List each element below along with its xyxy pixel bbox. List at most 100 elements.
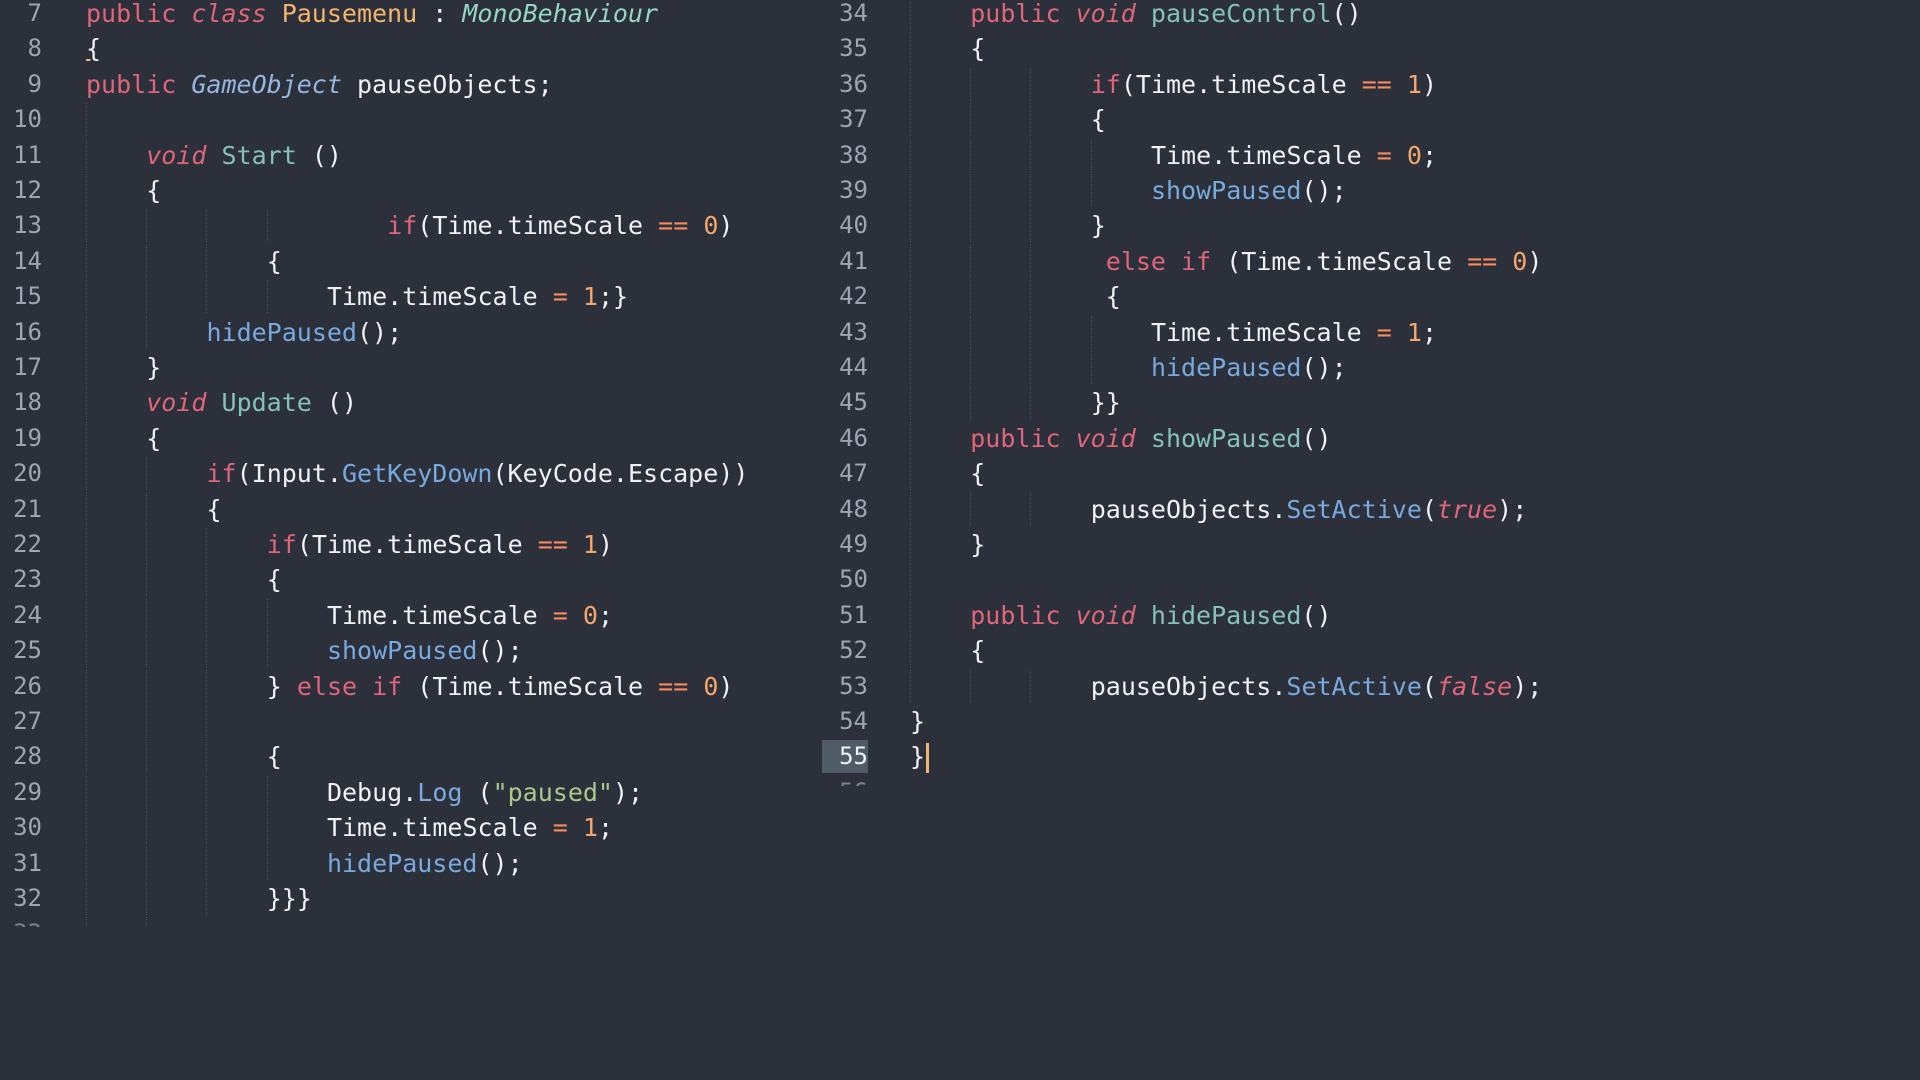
indent-guide (910, 563, 911, 597)
code-line[interactable]: 32}}} (0, 882, 820, 915)
line-number: 34 (839, 0, 868, 27)
code-line[interactable]: 13 if(Time.timeScale == 0) (0, 209, 820, 243)
line-number: 29 (13, 777, 42, 806)
code-line[interactable]: 42 { (822, 280, 1920, 314)
code-line[interactable]: 22 if(Time.timeScale == 1) (0, 528, 820, 561)
code-line[interactable]: 28 { (0, 740, 820, 774)
indent-guide (1030, 138, 1032, 172)
token-punct: . (1211, 140, 1227, 170)
line-number: 50 (839, 565, 868, 594)
editor-pane-left[interactable]: 7 public class Pausemenu : MonoBehaviour 8… (0, 0, 820, 950)
token-kw: else (296, 671, 358, 701)
indent-guide (1030, 386, 1032, 420)
token-punct: . (402, 777, 418, 807)
token-kw: if (1090, 69, 1121, 99)
token-punct: { (206, 494, 222, 524)
code-line[interactable]: 45}} (822, 386, 1920, 420)
code-line[interactable]: 11 void Start () (0, 138, 820, 172)
code-line[interactable]: 26} else if (Time.timeScale == 0) (0, 669, 820, 703)
code-line[interactable]: 34 public void pauseControl() (822, 0, 1920, 30)
code-line[interactable]: 41 else if (Time.timeScale == 0) (822, 244, 1920, 278)
code-line[interactable]: 53 pauseObjects.SetActive(false); (822, 669, 1920, 703)
indent-guide (910, 174, 911, 207)
token-punct: ( (477, 777, 493, 807)
code-line[interactable]: 36 if(Time.timeScale == 1) (822, 67, 1920, 101)
line-number: 33 (0, 917, 42, 927)
code-line[interactable]: 19 { (0, 421, 820, 455)
code-line[interactable]: 27 (0, 705, 820, 738)
indent-guide (206, 740, 208, 774)
code-line[interactable]: 55} (822, 740, 1920, 774)
code-line[interactable]: 31 hidePaused(); (0, 846, 820, 880)
code-line[interactable]: 49} (822, 528, 1920, 561)
line-number: 11 (13, 140, 42, 169)
code-line[interactable]: 21 { (0, 492, 820, 526)
token-call: Log (417, 777, 463, 807)
code-line[interactable]: 35 { (822, 32, 1920, 66)
indent-guide (86, 705, 87, 738)
code-line[interactable]: 14 { (0, 244, 820, 278)
code-line[interactable]: 23 { (0, 563, 820, 597)
code-line[interactable]: 50 (822, 563, 1920, 597)
indent-guide (910, 67, 911, 101)
token-punct: () (1301, 600, 1332, 630)
code-line[interactable]: 29 Debug.Log ("paused"); (0, 775, 820, 809)
line-number: 28 (13, 742, 42, 771)
token-punct: { (970, 636, 986, 666)
code-line[interactable]: 24 Time.timeScale = 0; (0, 598, 820, 632)
token-kw: public (970, 600, 1061, 630)
token-punct: ); (1497, 494, 1528, 524)
code-line[interactable]: 56 (822, 776, 1920, 786)
code-line[interactable]: 15 Time.timeScale = 1;} (0, 280, 820, 314)
line-number: 48 (839, 494, 868, 523)
code-line[interactable]: 17} (0, 351, 820, 384)
code-line[interactable]: 47 { (822, 457, 1920, 491)
code-line[interactable]: 12 { (0, 174, 820, 207)
code-line[interactable]: 37 { (822, 103, 1920, 137)
code-line[interactable]: 25 showPaused(); (0, 634, 820, 668)
token-stor: void (1075, 0, 1136, 28)
indent-guide (146, 705, 148, 738)
token-id: Escape (627, 459, 719, 489)
code-line[interactable]: 43 Time.timeScale = 1; (822, 315, 1920, 349)
token-id: pauseObjects (1090, 671, 1272, 701)
indent-guide (266, 846, 268, 880)
code-line[interactable]: 10 (0, 103, 820, 137)
code-line[interactable]: 33 (0, 917, 820, 928)
code-line[interactable]: 44 hidePaused(); (822, 351, 1920, 384)
indent-guide (910, 244, 911, 278)
code-line[interactable]: 20 if(Input.GetKeyDown(KeyCode.Escape)) (0, 457, 820, 491)
indent-guide (206, 280, 208, 314)
token-id: Time (1150, 317, 1212, 347)
code-line[interactable]: 46 public void showPaused() (822, 421, 1920, 455)
indent-guide (86, 421, 87, 455)
code-line[interactable]: 9 public GameObject pauseObjects; (0, 68, 820, 101)
indent-guide (86, 457, 87, 491)
code-line[interactable]: 51 public void hidePaused() (822, 598, 1920, 632)
code-line[interactable]: 18 void Update () (0, 386, 820, 420)
code-line[interactable]: 8{ (0, 32, 820, 65)
code-line[interactable]: 54} (822, 705, 1920, 738)
code-line[interactable]: 7 public class Pausemenu : MonoBehaviour (0, 0, 820, 30)
token-fn: Update (221, 388, 312, 418)
indent-guide (146, 917, 148, 928)
code-line[interactable]: 30 Time.timeScale = 1; (0, 811, 820, 845)
code-line[interactable]: 38 Time.timeScale = 0; (822, 138, 1920, 172)
code-line[interactable]: 48 pauseObjects.SetActive(true); (822, 492, 1920, 526)
editor-pane-right[interactable]: 34 public void pauseControl() 35{36 if(Time… (822, 0, 1920, 950)
code-line[interactable]: 52 { (822, 634, 1920, 668)
token-stor: void (1075, 600, 1136, 630)
code-line[interactable]: 39 showPaused(); (822, 174, 1920, 207)
code-line[interactable]: 40} (822, 209, 1920, 243)
indent-guide (146, 634, 148, 668)
token-num: 1 (1406, 69, 1422, 99)
code-line[interactable]: 16 hidePaused(); (0, 315, 820, 349)
token-punct: ) (1527, 246, 1543, 276)
